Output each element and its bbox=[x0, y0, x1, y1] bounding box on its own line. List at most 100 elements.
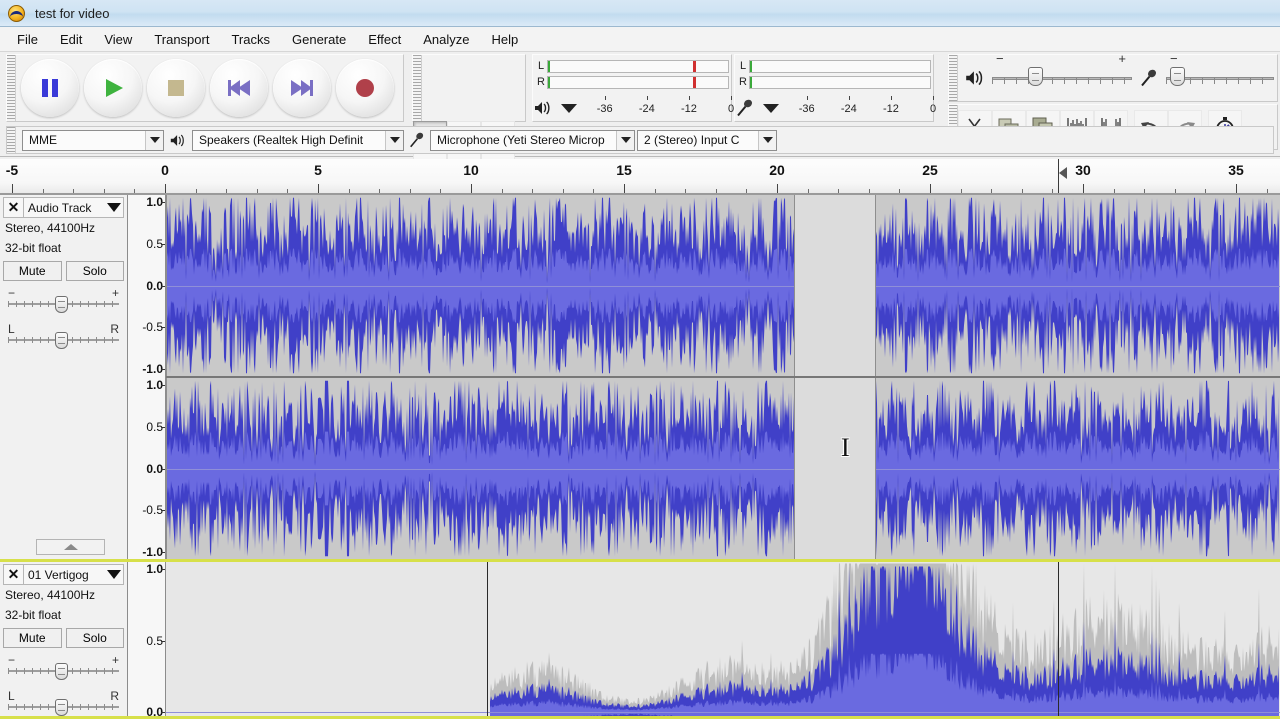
waveform-area-1[interactable] bbox=[166, 562, 1280, 716]
ruler-major-tick bbox=[12, 184, 13, 193]
recording-meter-toolbar: L R -36 -24 -12 0 bbox=[734, 54, 936, 122]
track-solo-button-1[interactable]: Solo bbox=[65, 628, 124, 648]
audio-host-select[interactable]: MME bbox=[22, 129, 164, 151]
waveform-svg bbox=[490, 563, 1279, 716]
playback-meter-menu-icon[interactable] bbox=[561, 103, 577, 113]
track-format-line1-0: Stereo, 44100Hz bbox=[5, 221, 96, 235]
gain-slider-thumb-1[interactable] bbox=[54, 663, 68, 680]
recording-meter-bars[interactable]: L R bbox=[735, 55, 933, 95]
db-label: -12 bbox=[680, 103, 697, 115]
audio-host-value: MME bbox=[29, 133, 57, 147]
device-toolbar-grip[interactable] bbox=[7, 127, 16, 153]
menu-tracks[interactable]: Tracks bbox=[220, 29, 281, 50]
ruler-major-tick bbox=[165, 184, 166, 193]
record-button[interactable] bbox=[336, 59, 394, 117]
pinned-play-head-icon[interactable] bbox=[1059, 167, 1067, 179]
track-close-button-0[interactable]: ✕ bbox=[4, 198, 24, 217]
gain-minus-label-1: − bbox=[8, 653, 16, 667]
pan-slider-thumb-0[interactable] bbox=[54, 332, 68, 349]
output-volume-slider[interactable]: − + bbox=[992, 52, 1132, 91]
skip-to-end-button[interactable] bbox=[273, 59, 331, 117]
playback-meter-label-r: R bbox=[537, 76, 545, 88]
ruler-minor-tick bbox=[715, 189, 717, 193]
track-name-1: 01 Vertigog bbox=[28, 567, 89, 582]
stop-button[interactable] bbox=[147, 59, 205, 117]
input-volume-thumb[interactable] bbox=[1170, 67, 1186, 86]
tools-toolbar bbox=[412, 54, 526, 185]
output-volume-thumb[interactable] bbox=[1028, 67, 1044, 86]
recording-meter-track-r bbox=[749, 75, 931, 89]
playback-device-select[interactable]: Speakers (Realtek High Definit bbox=[192, 129, 404, 151]
menu-view[interactable]: View bbox=[93, 29, 143, 50]
ruler-minor-tick bbox=[287, 189, 289, 193]
menu-help[interactable]: Help bbox=[480, 29, 529, 50]
pan-left-label-0: L bbox=[8, 322, 15, 336]
recording-channels-value: 2 (Stereo) Input C bbox=[644, 133, 740, 147]
skip-to-start-button[interactable] bbox=[210, 59, 268, 117]
menu-transport[interactable]: Transport bbox=[143, 29, 220, 50]
ruler-minor-tick bbox=[1021, 189, 1023, 193]
gain-plus-label-0: + bbox=[111, 286, 119, 300]
menu-edit[interactable]: Edit bbox=[49, 29, 93, 50]
transport-toolbar-grip[interactable] bbox=[7, 55, 16, 121]
device-toolbar: MME Speakers (Realtek High Definit Micro… bbox=[6, 126, 1274, 154]
menu-analyze[interactable]: Analyze bbox=[412, 29, 480, 50]
track-01-vertigog[interactable]: ✕ 01 Vertigog Stereo, 44100Hz 32-bit flo… bbox=[0, 559, 1280, 719]
mixer-toolbar-grip[interactable] bbox=[949, 55, 958, 101]
track-solo-button-0[interactable]: Solo bbox=[65, 261, 124, 281]
track-pan-slider-0[interactable]: L R bbox=[8, 322, 119, 353]
ruler-minor-tick bbox=[73, 189, 75, 193]
recording-channels-select[interactable]: 2 (Stereo) Input C bbox=[637, 129, 777, 151]
track-pan-slider-1[interactable]: L R bbox=[8, 689, 119, 720]
recording-device-select[interactable]: Microphone (Yeti Stereo Microp bbox=[430, 129, 635, 151]
playback-meter-bars[interactable]: L R bbox=[533, 55, 731, 95]
menu-file[interactable]: File bbox=[6, 29, 49, 50]
ruler-minor-tick bbox=[42, 189, 44, 193]
menu-effect[interactable]: Effect bbox=[357, 29, 412, 50]
track-control-panel-1[interactable]: ✕ 01 Vertigog Stereo, 44100Hz 32-bit flo… bbox=[0, 562, 128, 716]
input-volume-slider[interactable]: − bbox=[1166, 52, 1274, 91]
track-menu-dropdown-icon-1[interactable] bbox=[105, 570, 123, 579]
gain-slider-thumb-0[interactable] bbox=[54, 296, 68, 313]
waveform-channel-left-1[interactable] bbox=[166, 562, 1280, 716]
playback-device-value: Speakers (Realtek High Definit bbox=[199, 133, 364, 147]
track-mute-button-1[interactable]: Mute bbox=[3, 628, 62, 648]
ruler-minor-tick bbox=[1113, 189, 1115, 193]
ruler-major-tick bbox=[1083, 184, 1084, 193]
track-audio-track[interactable]: ✕ Audio Track Stereo, 44100Hz 32-bit flo… bbox=[0, 195, 1280, 559]
ruler-minor-tick bbox=[1266, 189, 1268, 193]
tools-toolbar-grip[interactable] bbox=[413, 55, 422, 121]
track-mute-solo-row-0: Mute Solo bbox=[3, 261, 124, 281]
ruler-minor-tick bbox=[593, 189, 595, 193]
track-gain-slider-1[interactable]: − + bbox=[8, 653, 119, 684]
ruler-minor-tick bbox=[838, 189, 840, 193]
track-control-panel-0[interactable]: ✕ Audio Track Stereo, 44100Hz 32-bit flo… bbox=[0, 195, 128, 559]
track-menu-dropdown-icon-0[interactable] bbox=[105, 203, 123, 212]
ruler-major-tick bbox=[624, 184, 625, 193]
pan-slider-thumb-1[interactable] bbox=[54, 699, 68, 716]
audacity-window: test for video File Edit View Transport Trac… bbox=[0, 0, 1280, 720]
track-gain-slider-0[interactable]: − + bbox=[8, 286, 119, 317]
ruler-label: 5 bbox=[314, 162, 322, 178]
recording-meter-menu-icon[interactable] bbox=[763, 103, 779, 113]
waveform-channel-right-0[interactable] bbox=[166, 378, 1280, 559]
waveform-area-0[interactable] bbox=[166, 195, 1280, 559]
pan-right-label-1: R bbox=[110, 689, 119, 703]
track-mute-button-0[interactable]: Mute bbox=[3, 261, 62, 281]
pause-button[interactable] bbox=[21, 59, 79, 117]
track-format-line2-1: 32-bit float bbox=[5, 608, 62, 622]
track-collapse-button-0[interactable] bbox=[36, 539, 105, 555]
ruler-minor-tick bbox=[807, 189, 809, 193]
play-button[interactable] bbox=[84, 59, 142, 117]
pan-right-label-0: R bbox=[110, 322, 119, 336]
timeline-ruler[interactable]: -5 0 5 10 15 20 25 30 35 bbox=[0, 159, 1280, 195]
waveform-channel-left-0[interactable] bbox=[166, 195, 1280, 376]
db-label: -36 bbox=[596, 103, 613, 115]
ruler-minor-tick bbox=[960, 189, 962, 193]
menu-generate[interactable]: Generate bbox=[281, 29, 357, 50]
playback-device-speaker-icon bbox=[164, 133, 192, 148]
track-close-button-1[interactable]: ✕ bbox=[4, 565, 24, 584]
ruler-minor-tick bbox=[991, 189, 993, 193]
output-volume-speaker-icon bbox=[958, 69, 992, 87]
recording-meter-label-r: R bbox=[739, 76, 747, 88]
